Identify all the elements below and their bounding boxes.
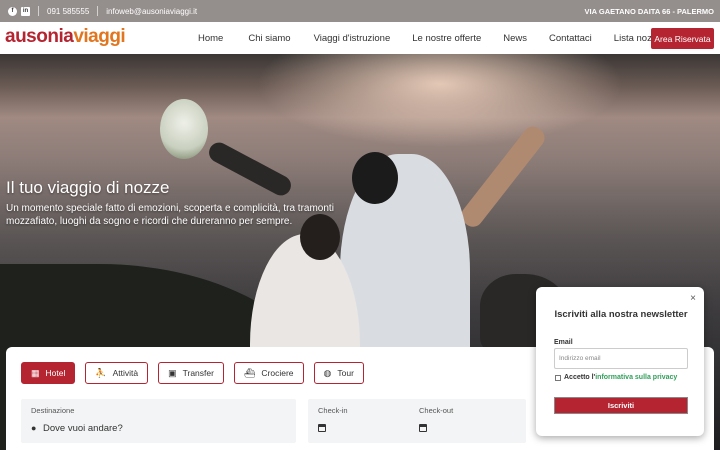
checkout-label: Check-out — [419, 406, 454, 415]
nav-offerte[interactable]: Le nostre offerte — [412, 33, 481, 44]
hero-subtitle: Un momento speciale fatto di emozioni, s… — [6, 203, 334, 227]
logo[interactable]: ausoniaviaggi — [5, 26, 126, 48]
privacy-checkbox[interactable] — [555, 375, 561, 381]
map-pin-icon: ● — [31, 423, 37, 433]
main-nav: Home Chi siamo Viaggi d'istruzione Le no… — [190, 22, 662, 54]
logo-part-viaggi: viaggi — [73, 26, 126, 47]
bus-icon: ▣ — [168, 367, 177, 378]
divider — [38, 6, 39, 16]
address: VIA GAETANO DAITA 66 - PALERMO — [584, 6, 714, 16]
destination-input[interactable]: Dove vuoi andare? — [43, 423, 123, 434]
privacy-prefix: Accetto l' — [564, 374, 596, 381]
hero-groom-head — [352, 152, 398, 204]
destination-label: Destinazione — [31, 406, 75, 415]
tab-transfer[interactable]: ▣ Transfer — [158, 362, 224, 384]
tab-tour[interactable]: ◍ Tour — [313, 362, 364, 384]
newsletter-popup: × Iscriviti alla nostra newsletter Email… — [536, 287, 704, 436]
nav-chi-siamo[interactable]: Chi siamo — [248, 33, 290, 44]
privacy-link[interactable]: informativa sulla privacy — [595, 374, 677, 381]
email-label: Email — [554, 339, 573, 346]
nav-news[interactable]: News — [503, 33, 527, 44]
tab-label: Tour — [337, 368, 354, 378]
hero-bouquet — [160, 99, 208, 159]
ship-icon: ⛴ — [243, 367, 256, 378]
tab-label: Crociere — [261, 368, 294, 378]
facebook-icon[interactable]: f — [8, 6, 17, 16]
tab-label: Transfer — [182, 368, 214, 378]
booking-tabs: ▦ Hotel ⛹ Attività ▣ Transfer ⛴ Crociere… — [21, 362, 364, 384]
top-bar: f in 091 585555 infoweb@ausoniaviaggi.it… — [0, 0, 720, 22]
subscribe-button[interactable]: Iscriviti — [554, 397, 688, 414]
hero-bride-arm — [205, 139, 295, 199]
linkedin-icon[interactable]: in — [21, 6, 30, 16]
email-field[interactable]: Indirizzo email — [554, 348, 688, 369]
tab-label: Hotel — [45, 368, 66, 378]
phone-link[interactable]: 091 585555 — [47, 7, 89, 16]
main-header: ausoniaviaggi Home Chi siamo Viaggi d'is… — [0, 22, 720, 54]
social-links: f in — [8, 6, 30, 16]
checkin-label: Check-in — [318, 406, 348, 415]
tab-hotel[interactable]: ▦ Hotel — [21, 362, 76, 384]
newsletter-title: Iscriviti alla nostra newsletter — [554, 309, 688, 320]
calendar-icon[interactable] — [419, 424, 427, 432]
hero-title: Il tuo viaggio di nozze — [6, 178, 170, 197]
nav-viaggi-istruzione[interactable]: Viaggi d'istruzione — [314, 33, 391, 44]
logo-part-ausonia: ausonia — [5, 26, 74, 47]
tab-label: Attività — [112, 368, 139, 378]
hotel-icon: ▦ — [31, 367, 40, 378]
divider — [97, 6, 99, 16]
calendar-icon[interactable] — [318, 424, 326, 432]
dates-field[interactable]: Check-in Check-out — [308, 399, 526, 443]
destination-field[interactable]: Destinazione ● Dove vuoi andare? — [21, 399, 296, 443]
nav-contattaci[interactable]: Contattaci — [549, 33, 592, 44]
area-riservata-button[interactable]: Area Riservata — [651, 28, 714, 49]
tab-crociere[interactable]: ⛴ Crociere — [233, 362, 304, 384]
globe-icon: ◍ — [323, 367, 332, 378]
tab-attivita[interactable]: ⛹ Attività — [85, 362, 149, 384]
hiking-icon: ⛹ — [95, 367, 107, 378]
close-icon[interactable]: × — [690, 293, 696, 304]
privacy-text: Accetto l'informativa sulla privacy — [564, 373, 694, 382]
email-link[interactable]: infoweb@ausoniaviaggi.it — [106, 7, 197, 16]
nav-home[interactable]: Home — [198, 33, 223, 44]
